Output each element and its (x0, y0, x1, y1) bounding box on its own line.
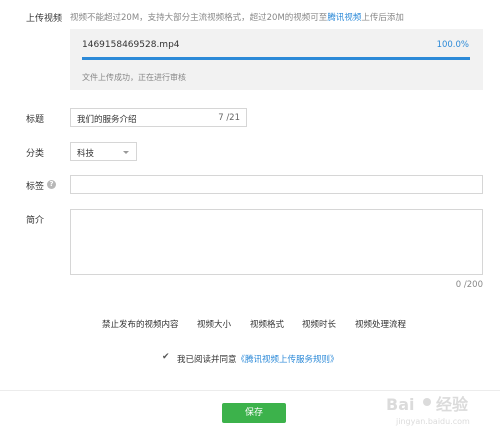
baidu-jingyan-watermark: Bai 经验 jingyan.baidu.com (386, 395, 470, 426)
tags-label: 标签 (26, 182, 45, 192)
upload-hint: 视频不能超过20M，支持大部分主流视频格式，超过20M的视频可至腾讯视频上传后添… (70, 11, 404, 23)
category-value: 科技 (77, 149, 95, 159)
upload-rules-link[interactable]: 《腾讯视频上传服务规则》 (237, 355, 339, 365)
upload-hint-suffix: 上传后添加 (361, 13, 404, 23)
upload-status: 文件上传成功，正在进行审核 (82, 73, 186, 82)
tencent-video-link[interactable]: 腾讯视频 (327, 13, 361, 23)
help-icon[interactable]: ? (47, 180, 56, 189)
upload-video-label: 上传视频 (26, 14, 63, 24)
intro-textarea[interactable] (70, 209, 483, 275)
agreement-label: 我已阅读并同意 (177, 355, 237, 365)
link-video-duration[interactable]: 视频时长 (302, 318, 336, 330)
upload-hint-prefix: 视频不能超过20M，支持大部分主流视频格式，超过20M的视频可至 (70, 13, 328, 23)
uploaded-file-name: 1469158469528.mp4 (82, 40, 180, 50)
title-value: 我们的服务介绍 (77, 115, 137, 125)
link-video-processing[interactable]: 视频处理流程 (355, 318, 406, 330)
svg-text:Bai: Bai (386, 395, 414, 414)
agreement-text: 我已阅读并同意《腾讯视频上传服务规则》 (177, 353, 339, 365)
intro-label: 简介 (26, 216, 45, 226)
title-label: 标题 (26, 115, 45, 125)
agreement-checkbox[interactable]: ✔ (162, 353, 171, 362)
tags-input[interactable] (70, 175, 483, 194)
svg-text:jingyan.baidu.com: jingyan.baidu.com (395, 417, 470, 426)
svg-text:经验: 经验 (436, 395, 469, 414)
save-button[interactable]: 保存 (222, 403, 286, 423)
link-video-format[interactable]: 视频格式 (250, 318, 284, 330)
upload-percent: 100.0% (436, 40, 469, 50)
intro-char-count: 0 /200 (455, 280, 483, 290)
link-prohibited-content[interactable]: 禁止发布的视频内容 (102, 318, 179, 330)
chevron-down-icon (123, 151, 129, 154)
upload-progress-panel: 1469158469528.mp4 100.0% 文件上传成功，正在进行审核 (70, 29, 483, 90)
title-input[interactable]: 我们的服务介绍 7 /21 (70, 108, 247, 127)
category-select[interactable]: 科技 (70, 142, 137, 161)
category-label: 分类 (26, 149, 45, 159)
title-char-count: 7 /21 (218, 113, 240, 123)
upload-progress-bar (82, 57, 470, 60)
upload-progress-fill (82, 57, 470, 60)
link-video-size[interactable]: 视频大小 (197, 318, 231, 330)
